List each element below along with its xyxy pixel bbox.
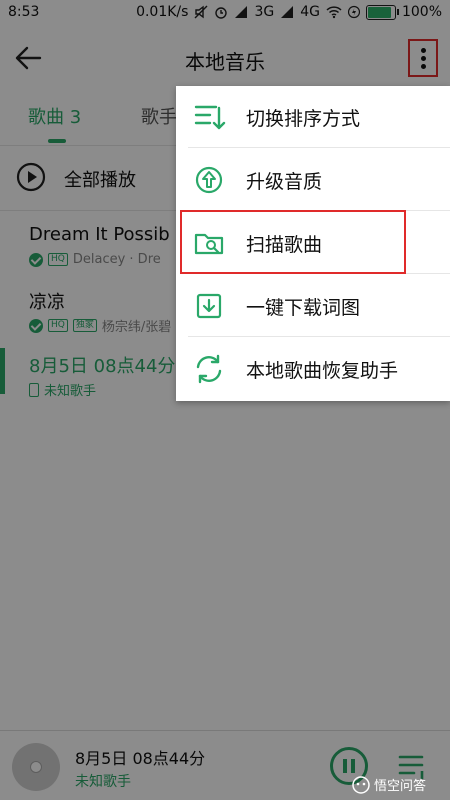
watermark-logo-icon bbox=[352, 775, 370, 794]
highlight-box bbox=[180, 210, 406, 274]
menu-item-label: 一键下载词图 bbox=[246, 297, 361, 319]
watermark-text: 悟空问答 bbox=[374, 779, 427, 794]
options-menu: 切换排序方式 升级音质 扫描歌曲 一键下载词图 本地歌曲恢复助手 bbox=[176, 86, 450, 401]
menu-divider bbox=[188, 336, 450, 337]
menu-item-label: 升级音质 bbox=[246, 171, 323, 193]
restore-icon bbox=[196, 354, 222, 384]
menu-item-label: 本地歌曲恢复助手 bbox=[246, 360, 399, 382]
menu-divider bbox=[188, 147, 450, 148]
download-icon bbox=[196, 293, 222, 319]
menu-item-scan-songs[interactable]: 扫描歌曲 bbox=[176, 210, 450, 274]
menu-item-restore-assistant[interactable]: 本地歌曲恢复助手 bbox=[176, 338, 450, 400]
menu-item-upgrade-quality[interactable]: 升级音质 bbox=[176, 149, 450, 211]
menu-item-sort[interactable]: 切换排序方式 bbox=[176, 86, 450, 148]
sort-icon bbox=[194, 105, 226, 130]
menu-item-download-lyrics[interactable]: 一键下载词图 bbox=[176, 275, 450, 337]
upgrade-icon bbox=[195, 166, 223, 194]
menu-item-label: 切换排序方式 bbox=[246, 108, 361, 130]
watermark: 悟空问答 bbox=[352, 775, 426, 794]
